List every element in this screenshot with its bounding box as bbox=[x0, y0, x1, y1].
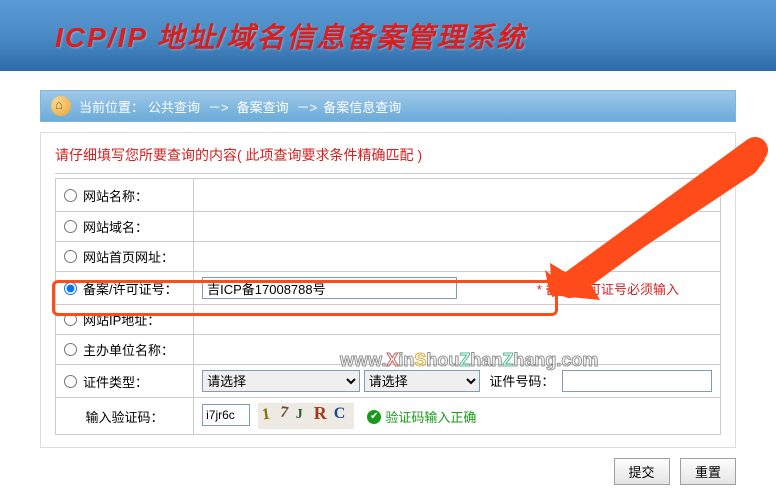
table-row: 主办单位名称： bbox=[56, 335, 721, 365]
query-form-table: 网站名称： 网站域名： 网站首页网址： 备案/许可证号： * 备案/许可证号必须… bbox=[55, 178, 721, 435]
section-title: 请仔细填写您所要查询的内容( 此项查询要求条件精确匹配 ) bbox=[55, 145, 721, 174]
home-icon bbox=[51, 96, 71, 116]
radio-record-license[interactable]: 备案/许可证号： bbox=[64, 279, 178, 298]
breadcrumb-item-info[interactable]: 备案信息查询 bbox=[323, 97, 401, 116]
captcha-label: 输入验证码： bbox=[86, 410, 164, 425]
record-license-input[interactable] bbox=[202, 277, 457, 299]
table-row: 证件类型： 请选择 请选择 证件号码： bbox=[56, 365, 721, 398]
radio-site-ip[interactable]: 网站IP地址： bbox=[64, 310, 160, 329]
cert-type-select-1[interactable]: 请选择 bbox=[202, 370, 360, 392]
captcha-ok-hint: 验证码输入正确 bbox=[367, 407, 476, 426]
table-row: 网站IP地址： bbox=[56, 305, 721, 335]
breadcrumb-item-record[interactable]: 备案查询 bbox=[237, 97, 289, 116]
table-row: 网站域名： bbox=[56, 212, 721, 242]
radio-site-domain[interactable]: 网站域名： bbox=[64, 217, 148, 236]
breadcrumb-label: 当前位置： bbox=[79, 97, 144, 116]
hint-required: * 备案/许可证号必须输入 bbox=[531, 282, 679, 297]
submit-button[interactable]: 提交 bbox=[614, 458, 670, 485]
radio-site-name[interactable]: 网站名称： bbox=[64, 186, 148, 205]
form-panel: 请仔细填写您所要查询的内容( 此项查询要求条件精确匹配 ) 网站名称： 网站域名… bbox=[40, 132, 736, 448]
page-title: ICP/IP 地址/域名信息备案管理系统 bbox=[55, 16, 526, 56]
table-row: 备案/许可证号： * 备案/许可证号必须输入 bbox=[56, 272, 721, 305]
cert-number-input[interactable] bbox=[562, 370, 712, 392]
breadcrumb-sep: －> bbox=[208, 97, 229, 116]
radio-site-homepage[interactable]: 网站首页网址： bbox=[64, 247, 174, 266]
cert-type-select-2[interactable]: 请选择 bbox=[364, 370, 480, 392]
captcha-input[interactable] bbox=[202, 404, 250, 426]
breadcrumb-sep: －> bbox=[297, 97, 318, 116]
radio-cert-type[interactable]: 证件类型： bbox=[64, 372, 148, 391]
table-row: 输入验证码： 1 7 J R C 验证码输入正确 bbox=[56, 398, 721, 435]
table-row: 网站名称： bbox=[56, 179, 721, 212]
cert-number-label: 证件号码： bbox=[489, 374, 554, 389]
button-row: 提交 重置 bbox=[0, 448, 776, 485]
captcha-image[interactable]: 1 7 J R C bbox=[258, 403, 354, 429]
breadcrumb-item-public[interactable]: 公共查询 bbox=[148, 97, 200, 116]
header-banner: ICP/IP 地址/域名信息备案管理系统 bbox=[0, 0, 776, 72]
reset-button[interactable]: 重置 bbox=[680, 458, 736, 485]
breadcrumb: 当前位置： 公共查询 －> 备案查询 －> 备案信息查询 bbox=[40, 90, 736, 122]
table-row: 网站首页网址： bbox=[56, 242, 721, 272]
radio-sponsor-name[interactable]: 主办单位名称： bbox=[64, 340, 174, 359]
